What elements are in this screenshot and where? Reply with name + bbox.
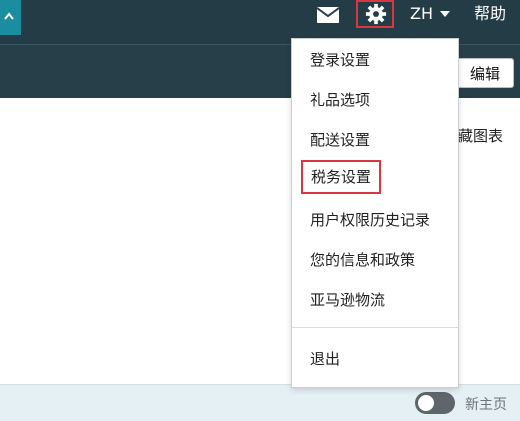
settings-dropdown-menu: 登录设置 礼品选项 配送设置 税务设置 用户权限历史记录 您的信息和政策 亚马逊… xyxy=(291,38,459,388)
toggle-knob xyxy=(418,395,434,411)
menu-item-login-settings[interactable]: 登录设置 xyxy=(310,50,370,70)
language-selector[interactable]: ZH xyxy=(410,4,451,24)
new-home-label: 新主页 xyxy=(465,397,507,413)
menu-item-logout[interactable]: 退出 xyxy=(310,349,340,369)
caret-down-icon xyxy=(440,11,450,17)
help-link[interactable]: 帮助 xyxy=(474,4,506,24)
menu-item-fba[interactable]: 亚马逊物流 xyxy=(310,290,385,310)
menu-divider xyxy=(292,327,458,328)
language-label: ZH xyxy=(410,4,433,23)
mail-icon[interactable] xyxy=(316,5,340,25)
menu-item-user-permissions-history[interactable]: 用户权限历史记录 xyxy=(310,210,430,230)
settings-button[interactable] xyxy=(356,0,394,28)
menu-item-shipping-settings[interactable]: 配送设置 xyxy=(310,130,370,150)
new-home-toggle[interactable] xyxy=(415,392,455,414)
back-tab[interactable] xyxy=(0,0,21,35)
menu-item-gift-options[interactable]: 礼品选项 xyxy=(310,90,370,110)
menu-item-tax-settings[interactable]: 税务设置 xyxy=(301,160,382,194)
menu-item-your-info-and-policies[interactable]: 您的信息和政策 xyxy=(310,250,415,270)
chevron-up-left-icon xyxy=(4,12,14,20)
edit-button[interactable]: 编辑 xyxy=(456,58,514,88)
gear-icon xyxy=(365,3,387,25)
favorites-chart-label: 藏图表 xyxy=(458,127,504,145)
